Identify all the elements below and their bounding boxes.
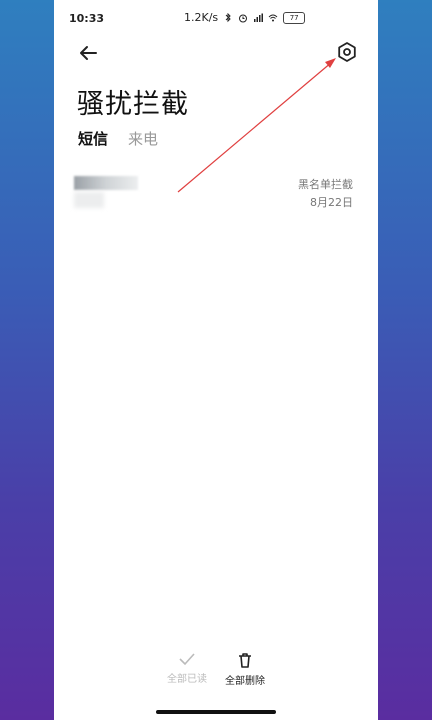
tab-calls[interactable]: 来电	[128, 128, 158, 149]
settings-gear-icon[interactable]	[335, 40, 359, 64]
screen: 10:33 1.2K/s 77 骚扰拦截 短信 来电 黑名单拦截 8月22日 全…	[54, 0, 378, 720]
mark-all-read-label: 全部已读	[167, 674, 207, 685]
blurred-sender	[74, 176, 138, 190]
blurred-preview	[74, 192, 104, 208]
signal-icon	[254, 13, 264, 22]
mark-all-read-button[interactable]: 全部已读	[157, 652, 217, 685]
wifi-icon	[268, 14, 278, 21]
delete-all-label: 全部删除	[225, 676, 265, 687]
trash-icon	[239, 653, 251, 668]
check-icon	[179, 653, 195, 666]
status-bar: 10:33 1.2K/s 77	[54, 0, 378, 36]
tab-bar: 短信 来电	[78, 128, 158, 149]
blocked-message-item[interactable]: 黑名单拦截 8月22日	[74, 170, 358, 220]
bluetooth-icon	[225, 12, 231, 22]
block-reason: 黑名单拦截	[298, 178, 353, 191]
message-meta: 黑名单拦截 8月22日	[298, 176, 353, 212]
delete-all-button[interactable]: 全部删除	[215, 652, 275, 687]
status-time: 10:33	[69, 12, 105, 25]
status-right: 1.2K/s 77	[184, 11, 306, 24]
network-speed: 1.2K/s	[184, 11, 219, 24]
battery-icon: 77	[283, 11, 306, 24]
alarm-icon	[239, 14, 248, 22]
bottom-action-bar: 全部已读 全部删除	[54, 652, 378, 692]
page-title: 骚扰拦截	[77, 89, 189, 120]
back-arrow-icon[interactable]	[76, 40, 102, 66]
tab-sms[interactable]: 短信	[78, 128, 108, 149]
message-date: 8月22日	[310, 196, 353, 209]
home-indicator[interactable]	[156, 710, 276, 714]
